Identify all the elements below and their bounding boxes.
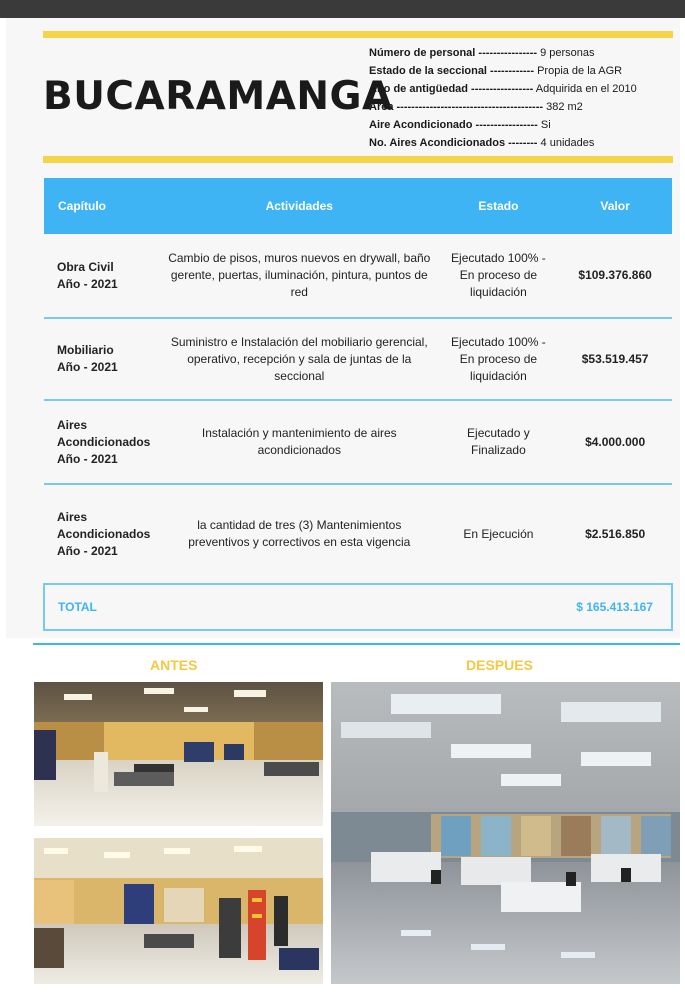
info-label: Estado de la seccional ------------: [369, 65, 535, 77]
total-spacer: [159, 584, 439, 631]
info-value: 9 personas: [540, 47, 595, 59]
info-value: Propia de la AGR: [537, 65, 623, 77]
capitulo-line: Acondicionados: [57, 434, 151, 449]
cell-capitulo: Obra Civil Año - 2021: [44, 234, 160, 319]
cell-valor: $53.519.457: [558, 318, 672, 401]
city-title: BUCARAMANGA: [43, 74, 393, 119]
cell-estado: Ejecutado y Finalizado: [438, 400, 559, 485]
table-row: Obra Civil Año - 2021 Cambio de pisos, mu…: [44, 234, 672, 319]
info-value: Adquirida en el 2010: [535, 83, 637, 95]
cell-valor: $4.000.000: [558, 400, 672, 485]
info-row: Estado de la seccional ------------ Prop…: [369, 62, 637, 80]
info-value: Si: [540, 119, 551, 131]
yellow-rule-top: [43, 31, 673, 38]
table-row: Mobiliario Año - 2021 Suministro e Instal…: [44, 318, 672, 401]
section-divider: [33, 643, 680, 645]
before-label: ANTES: [150, 657, 198, 673]
cell-estado: Ejecutado 100% - En proceso de liquidaci…: [438, 234, 559, 319]
capitulo-line: Obra Civil: [57, 259, 114, 274]
total-spacer: [438, 584, 559, 631]
info-label: Área -----------------------------------…: [369, 101, 544, 113]
info-row: Número de personal ---------------- 9 pe…: [369, 44, 637, 62]
table-row: Aires Acondicionados Año - 2021 Instalació…: [44, 400, 672, 485]
total-label: TOTAL: [43, 584, 160, 631]
after-label: DESPUES: [466, 657, 533, 673]
capitulo-line: Aires: [57, 509, 88, 524]
column-header-capitulo: Capítulo: [44, 178, 160, 234]
capitulo-year: Año - 2021: [57, 543, 118, 558]
column-header-actividades: Actividades: [159, 178, 439, 234]
info-row: No. Aires Acondicionados -------- 4 unid…: [369, 134, 637, 152]
cell-capitulo: Aires Acondicionados Año - 2021: [44, 484, 160, 585]
cell-actividades: Suministro e Instalación del mobiliario …: [159, 318, 439, 401]
cell-valor: $2.516.850: [558, 484, 672, 585]
cell-estado: En Ejecución: [438, 484, 559, 585]
column-header-valor: Valor: [558, 178, 672, 234]
column-header-estado: Estado: [438, 178, 559, 234]
cell-actividades: Cambio de pisos, muros nuevos en drywall…: [159, 234, 439, 319]
info-row: Aire Acondicionado ----------------- Si: [369, 116, 637, 134]
table-row: Aires Acondicionados Año - 2021 la cantida…: [44, 484, 672, 585]
info-row: Área -----------------------------------…: [369, 98, 637, 116]
cell-actividades: la cantidad de tres (3) Mantenimientos p…: [159, 484, 439, 585]
yellow-rule-bottom: [43, 156, 673, 163]
info-label: Aire Acondicionado -----------------: [369, 119, 538, 131]
capitulo-year: Año - 2021: [57, 360, 118, 374]
capitulo-line: Acondicionados: [57, 526, 151, 541]
total-row: TOTAL $ 165.413.167: [43, 584, 673, 631]
before-photo-1: [34, 682, 323, 826]
cell-valor: $109.376.860: [558, 234, 672, 319]
after-photo: [331, 682, 680, 984]
info-label: Año de antigüedad -----------------: [369, 83, 534, 95]
cell-estado: Ejecutado 100% - En proceso de liquidaci…: [438, 318, 559, 401]
cell-capitulo: Aires Acondicionados Año - 2021: [44, 400, 160, 485]
info-value: 382 m2: [546, 101, 583, 113]
table-header-row: Capítulo Actividades Estado Valor: [44, 178, 672, 234]
capitulo-year: Año - 2021: [57, 451, 118, 466]
top-bar: [0, 0, 685, 18]
before-photo-2: [34, 838, 323, 984]
cell-actividades: Instalación y mantenimiento de aires aco…: [159, 400, 439, 485]
capitulo-year: Año - 2021: [57, 276, 118, 291]
total-value: $ 165.413.167: [558, 584, 673, 631]
capitulo-line: Mobiliario: [57, 343, 114, 357]
cell-capitulo: Mobiliario Año - 2021: [44, 318, 160, 401]
info-panel: Número de personal ---------------- 9 pe…: [369, 44, 637, 152]
capitulo-line: Aires: [57, 417, 88, 432]
info-value: 4 unidades: [540, 137, 595, 149]
info-row: Año de antigüedad ----------------- Adqu…: [369, 80, 637, 98]
info-label: No. Aires Acondicionados --------: [369, 137, 538, 149]
info-label: Número de personal ----------------: [369, 47, 538, 59]
activities-table: Capítulo Actividades Estado Valor Obra C…: [43, 178, 673, 631]
